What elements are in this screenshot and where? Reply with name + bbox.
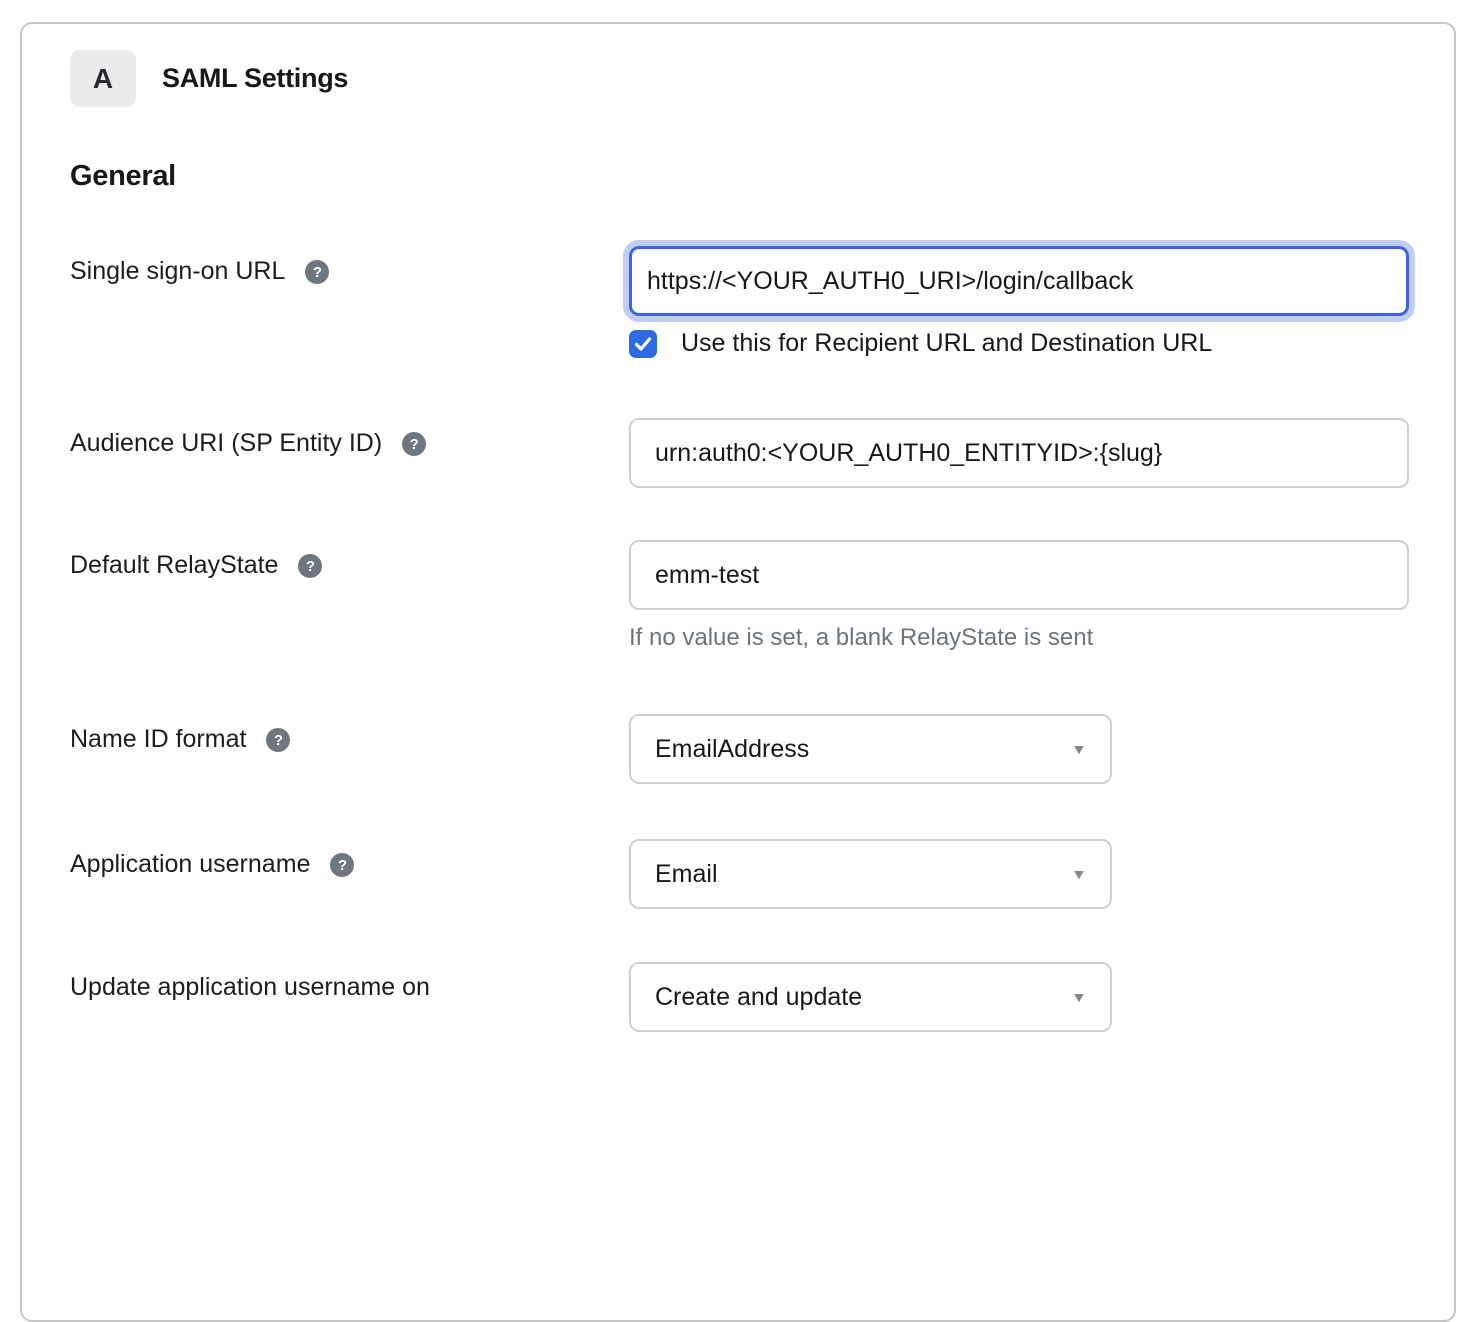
help-icon[interactable]: ? [298,554,322,578]
row-application-username: Application username ? Email ▼ [70,839,1406,909]
nameid-format-value: EmailAddress [655,735,809,764]
relaystate-input[interactable] [629,540,1409,610]
page-title: SAML Settings [162,63,348,94]
update-username-value: Create and update [655,983,862,1012]
section-header: A SAML Settings [70,50,1406,107]
recipient-url-checkbox[interactable] [629,330,657,358]
row-single-sign-on-url: Single sign-on URL ? Use this for Recipi… [70,246,1406,358]
checkmark-icon [633,334,653,354]
relaystate-label: Default RelayState [70,550,278,580]
row-update-application-username: Update application username on Create an… [70,962,1406,1032]
help-icon[interactable]: ? [330,853,354,877]
row-default-relaystate: Default RelayState ? If no value is set,… [70,540,1406,652]
step-badge: A [70,50,136,107]
audience-uri-label: Audience URI (SP Entity ID) [70,428,382,458]
update-username-select[interactable]: Create and update ▼ [629,962,1112,1032]
relaystate-helper-text: If no value is set, a blank RelayState i… [629,624,1409,652]
help-icon[interactable]: ? [402,432,426,456]
sso-url-input[interactable] [629,246,1409,316]
chevron-down-icon: ▼ [1071,741,1087,757]
nameid-format-select[interactable]: EmailAddress ▼ [629,714,1112,784]
chevron-down-icon: ▼ [1071,866,1087,882]
recipient-url-checkbox-row: Use this for Recipient URL and Destinati… [629,329,1409,358]
general-heading: General [70,160,1406,193]
help-icon[interactable]: ? [305,260,329,284]
audience-uri-input[interactable] [629,418,1409,488]
nameid-format-label: Name ID format [70,724,246,754]
help-icon[interactable]: ? [266,728,290,752]
update-username-label: Update application username on [70,972,430,1002]
row-name-id-format: Name ID format ? EmailAddress ▼ [70,714,1406,784]
chevron-down-icon: ▼ [1071,989,1087,1005]
form-rows: Single sign-on URL ? Use this for Recipi… [70,246,1406,1032]
recipient-url-checkbox-label: Use this for Recipient URL and Destinati… [681,329,1212,358]
app-username-select[interactable]: Email ▼ [629,839,1112,909]
app-username-value: Email [655,860,718,889]
saml-settings-card: A SAML Settings General Single sign-on U… [20,22,1456,1322]
sso-url-label: Single sign-on URL [70,256,285,286]
app-username-label: Application username [70,849,310,879]
row-audience-uri: Audience URI (SP Entity ID) ? [70,418,1406,488]
